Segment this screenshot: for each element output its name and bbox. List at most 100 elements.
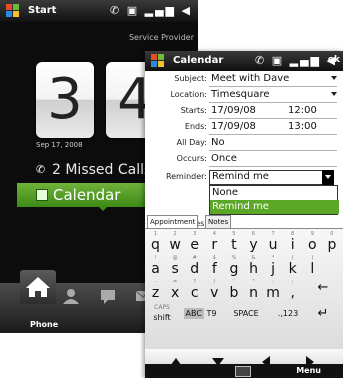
key-q[interactable]: 1q	[146, 231, 165, 254]
key-e[interactable]: 3e	[185, 231, 204, 254]
key-u[interactable]: 7u	[264, 231, 283, 254]
key-label: e	[190, 237, 199, 253]
key-g[interactable]: % g	[224, 255, 243, 278]
ends-date[interactable]: 17/09/08	[211, 121, 256, 132]
status-icons[interactable]: ✆ ▣ ▂▄▆ ◀ ▭ ☰	[110, 4, 198, 17]
key-label: q	[151, 237, 160, 253]
location-value[interactable]: Timesquare	[211, 89, 270, 100]
allday-field[interactable]: All Day: No	[145, 136, 343, 151]
clock-hour-digit: 3	[36, 62, 94, 138]
contacts-icon[interactable]	[62, 288, 80, 304]
key-v[interactable]: / v	[205, 279, 224, 302]
reminder-label: Reminder:	[165, 172, 207, 181]
key-z[interactable]: -z	[146, 279, 165, 302]
abc-t9-key[interactable]: ABC T9	[179, 303, 221, 325]
key-m[interactable]: :m	[264, 279, 283, 302]
shift-key[interactable]: CAPS shift	[147, 303, 177, 327]
home-tab[interactable]	[20, 270, 56, 304]
key-label: v	[210, 285, 219, 301]
reminder-option-none[interactable]: None	[210, 186, 339, 199]
key-p[interactable]: 0p	[322, 231, 341, 254]
key-label: l	[310, 261, 315, 277]
key-l[interactable]: ) l	[303, 255, 322, 278]
windows-start-icon[interactable]	[151, 54, 165, 68]
key-label: ,	[290, 285, 295, 301]
subject-value[interactable]: Meet with Dave	[211, 73, 289, 84]
key-label: f	[211, 261, 217, 277]
tab-appointment[interactable]: Appointment	[147, 215, 199, 228]
allday-value[interactable]: No	[211, 137, 225, 148]
occurs-label: Occurs:	[176, 154, 207, 163]
softkey-bar: Menu	[145, 364, 343, 378]
location-field[interactable]: Location: Timesquare	[145, 88, 343, 103]
reminder-option-remind-me[interactable]: Remind me	[210, 200, 339, 214]
chevron-down-icon[interactable]	[331, 76, 337, 80]
missed-calls-label: 2 Missed Calls	[52, 162, 152, 178]
location-label: Location:	[170, 90, 207, 99]
key-k[interactable]: (k	[283, 255, 302, 278]
subject-label: Subject:	[174, 74, 207, 83]
keyboard-icon[interactable]	[235, 366, 251, 377]
key-x[interactable]: = x	[166, 279, 185, 302]
chevron-down-icon[interactable]	[331, 92, 337, 96]
key-label: c	[190, 285, 199, 301]
service-provider-label: Service Provider	[128, 33, 194, 42]
allday-label: All Day:	[176, 138, 207, 147]
key-label: y	[249, 237, 258, 253]
messaging-icon[interactable]	[99, 288, 117, 304]
menu-softkey[interactable]: Menu	[296, 364, 321, 378]
tab-notes[interactable]: Notes	[205, 215, 232, 228]
chevron-down-icon[interactable]	[322, 170, 334, 185]
phone-softkey[interactable]: Phone	[30, 320, 58, 329]
key-label: x	[170, 285, 180, 301]
key-label: s	[171, 261, 179, 277]
key-d[interactable]: # d	[185, 255, 204, 278]
key-i[interactable]: 8i	[283, 231, 302, 254]
key-label: a	[151, 261, 160, 277]
key-label: t	[231, 237, 237, 253]
ends-time[interactable]: 13:00	[288, 121, 317, 132]
key-o[interactable]: 9o	[303, 231, 322, 254]
subject-field[interactable]: Subject: Meet with Dave	[145, 72, 343, 87]
key-c[interactable]: ? c	[185, 279, 204, 302]
status-icons[interactable]: ✆ ▣ ▂▄▆ ◀	[255, 54, 337, 67]
key-,[interactable]: ;,	[283, 279, 302, 302]
key-label: n	[249, 285, 258, 301]
starts-field[interactable]: Starts: 17/09/08 12:00	[145, 104, 343, 119]
starts-time[interactable]: 12:00	[288, 105, 317, 116]
key-h[interactable]: & h	[244, 255, 263, 278]
key-b[interactable]: ' b	[224, 279, 243, 302]
backspace-icon[interactable]: ←	[310, 277, 336, 299]
tab-strip: Appointment Notes	[145, 214, 343, 229]
occurs-field[interactable]: Occurs: Once	[145, 152, 343, 167]
selection-notch	[99, 207, 107, 211]
ok-button[interactable]: ok	[328, 55, 340, 65]
enter-icon[interactable]: ↵	[310, 303, 336, 325]
phone-icon: ✆	[36, 163, 46, 176]
calendar-label: Calendar	[53, 186, 121, 204]
key-label: k	[288, 261, 297, 277]
key-y[interactable]: 6y	[244, 231, 263, 254]
key-t[interactable]: 5t	[224, 231, 243, 254]
windows-start-icon[interactable]	[6, 4, 20, 18]
key-w[interactable]: 2w	[166, 231, 185, 254]
key-j[interactable]: * j	[264, 255, 283, 278]
key-r[interactable]: 4r	[205, 231, 224, 254]
key-label: p	[327, 237, 337, 253]
screen-title: Start	[28, 5, 57, 16]
key-n[interactable]: " n	[244, 279, 263, 302]
occurs-value[interactable]: Once	[211, 153, 237, 164]
ends-field[interactable]: Ends: 17/09/08 13:00	[145, 120, 343, 135]
reminder-dropdown[interactable]: Remind me	[209, 170, 331, 185]
ends-label: Ends:	[184, 122, 207, 131]
space-key[interactable]: SPACE	[223, 303, 269, 325]
key-f[interactable]: $ f	[205, 255, 224, 278]
starts-date[interactable]: 17/09/08	[211, 105, 256, 116]
key-label: o	[308, 237, 317, 253]
key-label: z	[151, 285, 160, 301]
key-label: j	[271, 261, 276, 277]
numbers-key[interactable]: .,123	[271, 303, 305, 325]
key-label: r	[211, 237, 218, 253]
key-s[interactable]: @ s	[166, 255, 185, 278]
key-a[interactable]: ! a	[146, 255, 165, 278]
